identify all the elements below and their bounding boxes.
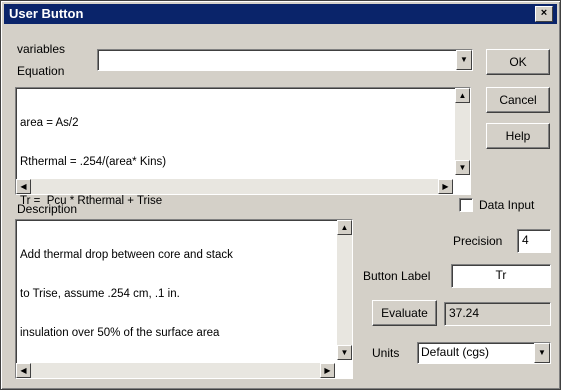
scroll-right-icon[interactable]: ▶ (320, 363, 335, 378)
precision-value: 4 (522, 233, 529, 247)
cancel-button[interactable]: Cancel (486, 87, 550, 113)
units-label: Units (372, 346, 400, 360)
evaluate-result-field: 37.24 (444, 302, 551, 326)
variables-dropdown[interactable]: ▼ (97, 49, 473, 71)
equation-label: Equation (17, 64, 65, 78)
evaluate-result-value: 37.24 (449, 306, 480, 320)
help-button[interactable]: Help (486, 123, 550, 149)
description-line: to Trise, assume .254 cm, .1 in. (20, 288, 180, 300)
evaluate-button[interactable]: Evaluate (372, 300, 437, 326)
precision-label: Precision (453, 234, 503, 248)
equation-line: Rthermal = .254/(area* Kins) (20, 156, 167, 168)
units-dropdown-arrow-icon[interactable]: ▼ (534, 343, 550, 363)
scroll-left-icon[interactable]: ◀ (16, 179, 31, 194)
variables-label: variables (17, 42, 66, 56)
variables-dropdown-arrow-icon[interactable]: ▼ (456, 50, 472, 70)
scroll-left-icon[interactable]: ◀ (16, 363, 31, 378)
description-vertical-scrollbar[interactable]: ▲ ▼ (337, 220, 352, 360)
scroll-right-icon[interactable]: ▶ (438, 179, 453, 194)
description-label: Description (17, 202, 78, 216)
equation-vertical-scrollbar[interactable]: ▲ ▼ (455, 88, 470, 175)
scroll-down-icon[interactable]: ▼ (337, 345, 352, 360)
button-label-value: Tr (495, 268, 507, 282)
equation-textarea[interactable]: area = As/2 Rthermal = .254/(area* Kins)… (15, 87, 471, 207)
description-textarea[interactable]: Add thermal drop between core and stack … (15, 219, 353, 379)
precision-input[interactable]: 4 (517, 229, 551, 253)
description-line: Add thermal drop between core and stack (20, 249, 233, 261)
button-label-input[interactable]: Tr (451, 264, 551, 288)
units-dropdown[interactable]: Default (cgs) ▼ (417, 342, 551, 364)
description-horizontal-scrollbar[interactable]: ◀ ▶ (16, 363, 335, 378)
description-text: Add thermal drop between core and stack … (20, 223, 233, 366)
data-input-label: Data Input (479, 198, 535, 212)
units-selected-value: Default (cgs) (421, 345, 490, 359)
user-button-dialog: User Button × variables ▼ Equation area … (0, 0, 561, 390)
description-line: insulation over 50% of the surface area (20, 327, 220, 339)
scroll-down-icon[interactable]: ▼ (455, 160, 470, 175)
equation-horizontal-scrollbar[interactable]: ◀ ▶ (16, 179, 453, 194)
data-input-checkbox[interactable] (459, 198, 473, 212)
close-button[interactable]: × (535, 6, 553, 22)
title-bar[interactable]: User Button × (4, 4, 557, 24)
scroll-up-icon[interactable]: ▲ (455, 88, 470, 103)
scroll-up-icon[interactable]: ▲ (337, 220, 352, 235)
ok-button[interactable]: OK (486, 49, 550, 75)
equation-line: area = As/2 (20, 117, 79, 129)
window-title: User Button (9, 6, 84, 21)
button-label-label: Button Label (363, 269, 431, 283)
